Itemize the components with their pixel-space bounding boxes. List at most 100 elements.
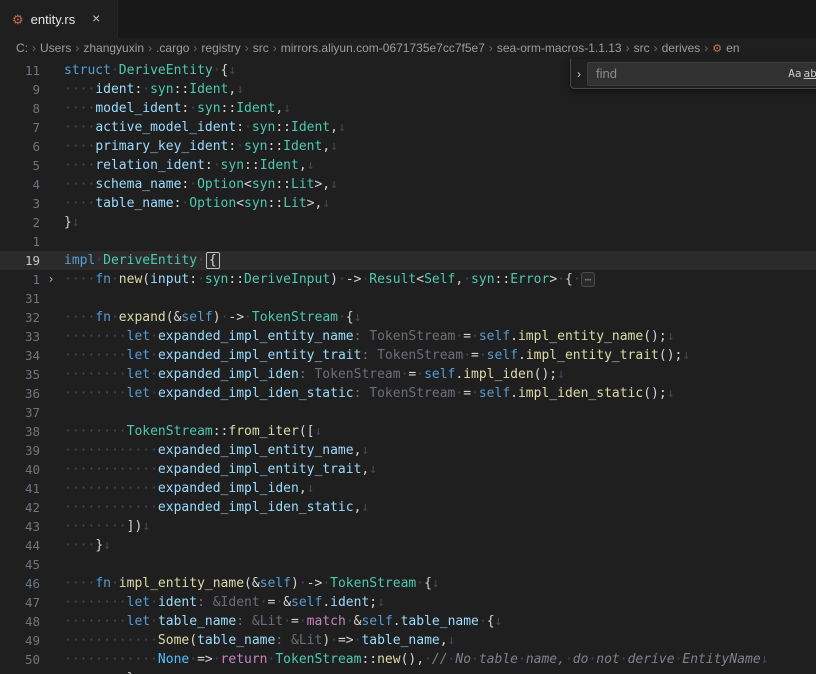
line-number[interactable]: 4 xyxy=(0,175,40,194)
code-text[interactable]: ····relation_ident:·syn::Ident,↓ xyxy=(62,156,314,175)
code-text[interactable]: ········TokenStream::from_iter([↓ xyxy=(62,422,322,441)
line-number[interactable]: 50 xyxy=(0,650,40,669)
code-text[interactable]: ····fn·expand(&self)·->·TokenStream·{↓ xyxy=(62,308,361,327)
breadcrumb-file[interactable]: ⚙en xyxy=(712,41,739,55)
code-line[interactable]: 1 xyxy=(0,232,816,251)
code-line[interactable]: 40 ············expanded_impl_entity_trait… xyxy=(0,460,816,479)
line-number[interactable]: 1 xyxy=(0,232,40,251)
code-line[interactable]: 19impl·DeriveEntity·{ xyxy=(0,251,816,270)
line-number[interactable]: 32 xyxy=(0,308,40,327)
breadcrumb-item[interactable]: src xyxy=(634,41,650,55)
breadcrumb-item[interactable]: registry xyxy=(201,41,240,55)
line-number[interactable]: 44 xyxy=(0,536,40,555)
code-text[interactable]: ········let·expanded_impl_entity_name: T… xyxy=(62,327,675,346)
line-number[interactable]: 39 xyxy=(0,441,40,460)
code-text[interactable]: ········let·expanded_impl_entity_trait: … xyxy=(62,346,690,365)
fold-chevron-icon[interactable]: › xyxy=(40,270,62,289)
breadcrumb-item[interactable]: mirrors.aliyun.com-0671735e7cc7f5e7 xyxy=(281,41,485,55)
breadcrumb-item[interactable]: derives xyxy=(662,41,701,55)
code-line[interactable]: 51 ········}; xyxy=(0,669,816,674)
code-line[interactable]: 7 ····active_model_ident:·syn::Ident,↓ xyxy=(0,118,816,137)
code-line[interactable]: 42 ············expanded_impl_iden_static,… xyxy=(0,498,816,517)
code-line[interactable]: 35 ········let·expanded_impl_iden: TokenS… xyxy=(0,365,816,384)
code-line[interactable]: 47 ········let·ident: &Ident·=·&self.iden… xyxy=(0,593,816,612)
code-text[interactable]: ····ident:·syn::Ident,↓ xyxy=(62,80,244,99)
line-number[interactable]: 42 xyxy=(0,498,40,517)
line-number[interactable]: 35 xyxy=(0,365,40,384)
line-number[interactable]: 48 xyxy=(0,612,40,631)
code-text[interactable]: ····table_name:·Option<syn::Lit>,↓ xyxy=(62,194,330,213)
line-number[interactable]: 37 xyxy=(0,403,40,422)
find-option-match-case[interactable]: Aa xyxy=(788,67,801,80)
code-text[interactable] xyxy=(62,232,64,251)
code-line[interactable]: 5····relation_ident:·syn::Ident,↓ xyxy=(0,156,816,175)
code-text[interactable]: ········let·ident: &Ident·=·&self.ident;… xyxy=(62,593,385,612)
line-number[interactable]: 6 xyxy=(0,137,40,156)
code-line[interactable]: 49 ············Some(table_name: &Lit)·=>·… xyxy=(0,631,816,650)
code-line[interactable]: 2 }↓ xyxy=(0,213,816,232)
code-text[interactable]: ····active_model_ident:·syn::Ident,↓ xyxy=(62,118,346,137)
code-line[interactable]: 34 ········let·expanded_impl_entity_trait… xyxy=(0,346,816,365)
line-number[interactable]: 31 xyxy=(0,289,40,308)
line-number[interactable]: 49 xyxy=(0,631,40,650)
code-line[interactable]: 31 xyxy=(0,289,816,308)
line-number[interactable]: 36 xyxy=(0,384,40,403)
code-line[interactable]: 46····fn·impl_entity_name(&self)·->·Toke… xyxy=(0,574,816,593)
code-editor[interactable]: 11struct·DeriveEntity·{↓9····ident:·syn:… xyxy=(0,58,816,674)
code-line[interactable]: 33········let·expanded_impl_entity_name:… xyxy=(0,327,816,346)
code-text[interactable]: ····schema_name:·Option<syn::Lit>,↓ xyxy=(62,175,338,194)
line-number[interactable]: 40 xyxy=(0,460,40,479)
code-text[interactable]: ····primary_key_ident:·syn::Ident,↓ xyxy=(62,137,338,156)
code-text[interactable]: struct·DeriveEntity·{↓ xyxy=(62,61,236,80)
code-text[interactable]: ········let·table_name: &Lit·=·match·&se… xyxy=(62,612,502,631)
code-line[interactable]: 43········])↓ xyxy=(0,517,816,536)
code-line[interactable]: 4 ····schema_name:·Option<syn::Lit>,↓ xyxy=(0,175,816,194)
code-text[interactable]: ····fn·impl_entity_name(&self)·->·TokenS… xyxy=(62,574,440,593)
line-number[interactable]: 51 xyxy=(0,669,40,674)
code-text[interactable]: ········])↓ xyxy=(62,517,150,536)
code-text[interactable]: ····}↓ xyxy=(62,536,111,555)
line-number[interactable]: 34 xyxy=(0,346,40,365)
code-text[interactable]: ············expanded_impl_iden_static,↓ xyxy=(62,498,369,517)
line-number[interactable]: 45 xyxy=(0,555,40,574)
line-number[interactable]: 38 xyxy=(0,422,40,441)
code-text[interactable]: impl·DeriveEntity·{ xyxy=(62,251,220,270)
code-text[interactable]: }↓ xyxy=(62,213,80,232)
code-text[interactable]: ············expanded_impl_entity_trait,↓ xyxy=(62,460,377,479)
code-line[interactable]: 38 ········TokenStream::from_iter([↓ xyxy=(0,422,816,441)
breadcrumb-item[interactable]: .cargo xyxy=(156,41,189,55)
code-line[interactable]: 50 ············None·=>·return·TokenStream… xyxy=(0,650,816,669)
code-line[interactable]: 32 ····fn·expand(&self)·->·TokenStream·{↓ xyxy=(0,308,816,327)
code-line[interactable]: 1›····fn·new(input:·syn::DeriveInput)·->… xyxy=(0,270,816,289)
toggle-replace-chevron-icon[interactable]: › xyxy=(571,67,587,81)
code-line[interactable]: 36········let·expanded_impl_iden_static:… xyxy=(0,384,816,403)
code-text[interactable] xyxy=(62,403,64,422)
code-line[interactable]: 8 ····model_ident:·syn::Ident,↓ xyxy=(0,99,816,118)
code-text[interactable]: ········}; xyxy=(62,669,142,674)
code-text[interactable] xyxy=(62,289,64,308)
code-text[interactable] xyxy=(62,555,64,574)
breadcrumb-item[interactable]: C: xyxy=(16,41,28,55)
code-line[interactable]: 37 xyxy=(0,403,816,422)
code-line[interactable]: 39············expanded_impl_entity_name,… xyxy=(0,441,816,460)
code-line[interactable]: 48 ········let·table_name: &Lit·=·match·&… xyxy=(0,612,816,631)
code-text[interactable]: ····model_ident:·syn::Ident,↓ xyxy=(62,99,291,118)
code-text[interactable]: ············Some(table_name: &Lit)·=>·ta… xyxy=(62,631,455,650)
find-input[interactable]: find Aaab.* xyxy=(587,62,816,86)
code-line[interactable]: 6 ····primary_key_ident:·syn::Ident,↓ xyxy=(0,137,816,156)
breadcrumb-item[interactable]: src xyxy=(253,41,269,55)
line-number[interactable]: 3 xyxy=(0,194,40,213)
code-text[interactable]: ············expanded_impl_iden,↓ xyxy=(62,479,314,498)
line-number[interactable]: 8 xyxy=(0,99,40,118)
code-text[interactable]: ····fn·new(input:·syn::DeriveInput)·->·R… xyxy=(62,270,595,289)
find-option-whole-word[interactable]: ab xyxy=(804,67,816,80)
breadcrumb-item[interactable]: Users xyxy=(40,41,71,55)
code-line[interactable]: 45 xyxy=(0,555,816,574)
code-line[interactable]: 3 ····table_name:·Option<syn::Lit>,↓ xyxy=(0,194,816,213)
line-number[interactable]: 47 xyxy=(0,593,40,612)
code-text[interactable]: ········let·expanded_impl_iden: TokenStr… xyxy=(62,365,565,384)
line-number[interactable]: 41 xyxy=(0,479,40,498)
code-text[interactable]: ············None·=>·return·TokenStream::… xyxy=(62,650,769,669)
line-number[interactable]: 2 xyxy=(0,213,40,232)
line-number[interactable]: 7 xyxy=(0,118,40,137)
